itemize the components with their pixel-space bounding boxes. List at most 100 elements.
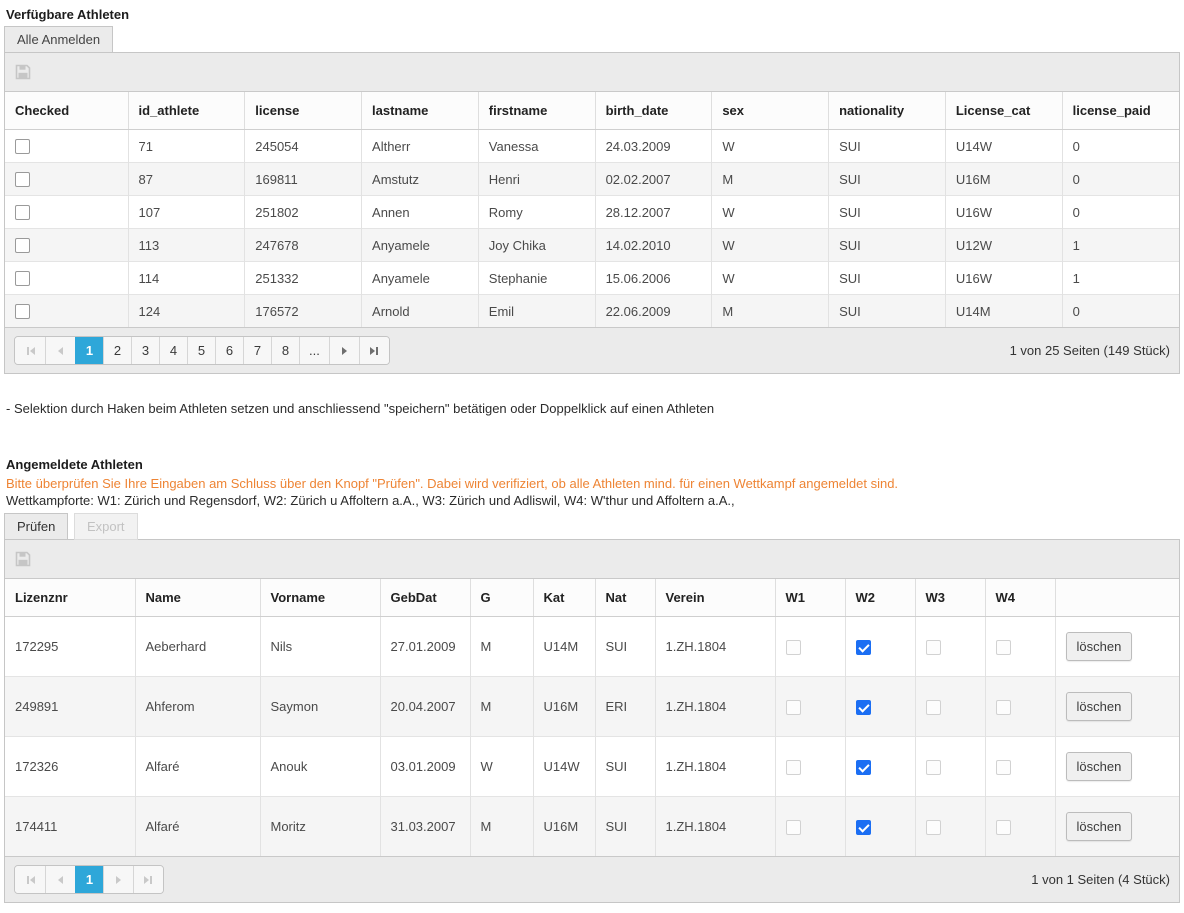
checked-cell	[5, 295, 128, 328]
w1-checkbox[interactable]	[786, 640, 801, 655]
row-checkbox[interactable]	[15, 205, 30, 220]
w3-checkbox[interactable]	[926, 640, 941, 655]
w1-checkbox[interactable]	[786, 820, 801, 835]
column-header[interactable]: W2	[845, 579, 915, 617]
table-row[interactable]: 71245054AltherrVanessa24.03.2009WSUIU14W…	[5, 130, 1179, 163]
column-header[interactable]: GebDat	[380, 579, 470, 617]
cell: 27.01.2009	[380, 617, 470, 677]
pager-last-button[interactable]	[133, 866, 163, 893]
column-header[interactable]: Checked	[5, 92, 128, 130]
w1-checkbox[interactable]	[786, 760, 801, 775]
pager-page-button[interactable]: 3	[131, 337, 159, 364]
delete-button[interactable]: löschen	[1066, 812, 1133, 841]
column-header[interactable]: lastname	[362, 92, 479, 130]
column-header[interactable]: id_athlete	[128, 92, 245, 130]
w3-cell	[915, 737, 985, 797]
column-header[interactable]: Lizenznr	[5, 579, 135, 617]
column-header[interactable]: license_paid	[1062, 92, 1179, 130]
w2-checkbox[interactable]	[856, 700, 871, 715]
available-tabstrip: Alle Anmelden	[4, 26, 1180, 53]
table-row[interactable]: 174411AlfaréMoritz31.03.2007MU16MSUI1.ZH…	[5, 797, 1179, 857]
pager-more-button[interactable]: ...	[299, 337, 329, 364]
cell: M	[712, 163, 829, 196]
delete-button[interactable]: löschen	[1066, 752, 1133, 781]
w2-checkbox[interactable]	[856, 640, 871, 655]
pager-page-button[interactable]: 5	[187, 337, 215, 364]
w4-cell	[985, 677, 1055, 737]
pager-prev-button[interactable]	[45, 337, 75, 364]
w1-checkbox[interactable]	[786, 700, 801, 715]
column-header[interactable]: firstname	[478, 92, 595, 130]
column-header[interactable]: W1	[775, 579, 845, 617]
column-header[interactable]: W3	[915, 579, 985, 617]
w4-checkbox[interactable]	[996, 760, 1011, 775]
column-header[interactable]: License_cat	[945, 92, 1062, 130]
registered-table-body: 172295AeberhardNils27.01.2009MU14MSUI1.Z…	[5, 617, 1179, 857]
table-row[interactable]: 114251332AnyameleStephanie15.06.2006WSUI…	[5, 262, 1179, 295]
save-icon[interactable]	[15, 64, 31, 80]
table-row[interactable]: 249891AhferomSaymon20.04.2007MU16MERI1.Z…	[5, 677, 1179, 737]
export-button[interactable]: Export	[74, 513, 138, 540]
pager-page-button[interactable]: 2	[103, 337, 131, 364]
available-table: Checkedid_athletelicenselastnamefirstnam…	[5, 92, 1179, 327]
column-header[interactable]: Kat	[533, 579, 595, 617]
pager-first-button[interactable]	[15, 337, 45, 364]
row-checkbox[interactable]	[15, 304, 30, 319]
cell: W	[712, 262, 829, 295]
w3-cell	[915, 617, 985, 677]
column-header[interactable]: nationality	[829, 92, 946, 130]
column-header[interactable]: sex	[712, 92, 829, 130]
column-header[interactable]: Name	[135, 579, 260, 617]
column-header[interactable]: birth_date	[595, 92, 712, 130]
w3-checkbox[interactable]	[926, 700, 941, 715]
table-row[interactable]: 172326AlfaréAnouk03.01.2009WU14WSUI1.ZH.…	[5, 737, 1179, 797]
w4-checkbox[interactable]	[996, 820, 1011, 835]
pager-page-button[interactable]: 8	[271, 337, 299, 364]
w2-checkbox[interactable]	[856, 820, 871, 835]
pager-next-button[interactable]	[329, 337, 359, 364]
pager-prev-button[interactable]	[45, 866, 75, 893]
save-icon[interactable]	[15, 551, 31, 567]
column-header[interactable]: Vorname	[260, 579, 380, 617]
pager-next-button[interactable]	[103, 866, 133, 893]
cell: M	[712, 295, 829, 328]
table-row[interactable]: 87169811AmstutzHenri02.02.2007MSUIU16M0	[5, 163, 1179, 196]
w4-checkbox[interactable]	[996, 640, 1011, 655]
pruefen-button[interactable]: Prüfen	[4, 513, 68, 540]
row-checkbox[interactable]	[15, 139, 30, 154]
cell: 71	[128, 130, 245, 163]
cell: 113	[128, 229, 245, 262]
w2-checkbox[interactable]	[856, 760, 871, 775]
w3-checkbox[interactable]	[926, 820, 941, 835]
column-header[interactable]: W4	[985, 579, 1055, 617]
table-row[interactable]: 172295AeberhardNils27.01.2009MU14MSUI1.Z…	[5, 617, 1179, 677]
column-header[interactable]: Nat	[595, 579, 655, 617]
pager-page-button[interactable]: 4	[159, 337, 187, 364]
verify-warning-text: Bitte überprüfen Sie Ihre Eingaben am Sc…	[6, 476, 1178, 491]
column-header[interactable]: G	[470, 579, 533, 617]
alle-anmelden-tab[interactable]: Alle Anmelden	[4, 26, 113, 53]
row-checkbox[interactable]	[15, 271, 30, 286]
pager-page-button[interactable]: 1	[75, 866, 103, 893]
column-header[interactable]: license	[245, 92, 362, 130]
pager-page-button[interactable]: 7	[243, 337, 271, 364]
column-header[interactable]: Verein	[655, 579, 775, 617]
cell: U16W	[945, 262, 1062, 295]
pager-page-button[interactable]: 1	[75, 337, 103, 364]
delete-button[interactable]: löschen	[1066, 632, 1133, 661]
delete-button[interactable]: löschen	[1066, 692, 1133, 721]
pager-page-button[interactable]: 6	[215, 337, 243, 364]
cell: W	[712, 196, 829, 229]
w4-checkbox[interactable]	[996, 700, 1011, 715]
pager-first-button[interactable]	[15, 866, 45, 893]
w3-checkbox[interactable]	[926, 760, 941, 775]
column-header[interactable]	[1055, 579, 1179, 617]
registered-grid: LizenznrNameVornameGebDatGKatNatVereinW1…	[4, 539, 1180, 903]
table-row[interactable]: 107251802AnnenRomy28.12.2007WSUIU16W0	[5, 196, 1179, 229]
table-row[interactable]: 113247678AnyameleJoy Chika14.02.2010WSUI…	[5, 229, 1179, 262]
cell: 14.02.2010	[595, 229, 712, 262]
row-checkbox[interactable]	[15, 172, 30, 187]
row-checkbox[interactable]	[15, 238, 30, 253]
pager-last-button[interactable]	[359, 337, 389, 364]
table-row[interactable]: 124176572ArnoldEmil22.06.2009MSUIU14M0	[5, 295, 1179, 328]
